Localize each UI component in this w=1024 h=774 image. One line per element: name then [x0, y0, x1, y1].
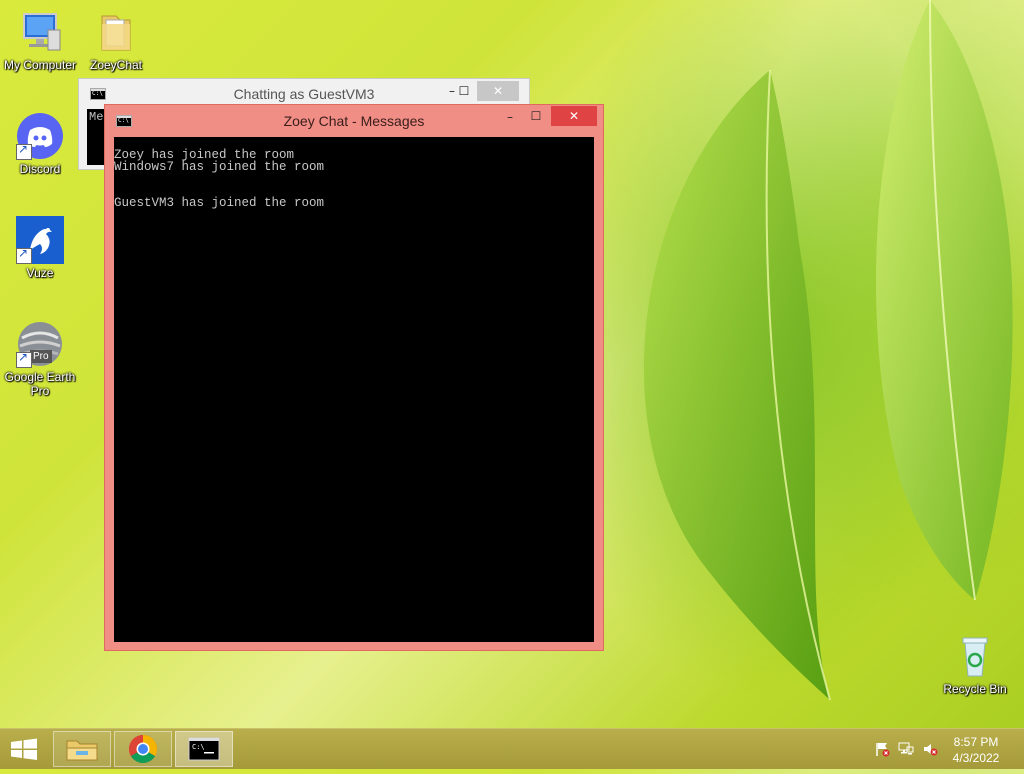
desktop-icon-label: Recycle Bin	[943, 682, 1007, 696]
desktop-icon-vuze[interactable]: Vuze	[0, 216, 80, 280]
desktop-icon-my-computer[interactable]: My Computer	[0, 8, 80, 72]
desktop-icon-label: Discord	[19, 162, 61, 176]
maximize-button[interactable]: ☐	[523, 106, 549, 126]
network-icon[interactable]	[898, 741, 914, 757]
taskbar: C:\ 8:57 PM 4/3/2022	[0, 728, 1024, 769]
console-text: Me	[89, 110, 104, 124]
google-earth-icon: Pro	[16, 320, 64, 368]
clock-time: 8:57 PM	[953, 735, 999, 749]
desktop-icon-label: ZoeyChat	[89, 58, 143, 72]
taskbar-file-explorer[interactable]	[53, 731, 111, 767]
taskbar-chrome[interactable]	[114, 731, 172, 767]
folder-icon	[92, 8, 140, 56]
desktop-icon-recycle-bin[interactable]: Recycle Bin	[935, 632, 1015, 696]
taskbar-clock[interactable]: 8:57 PM 4/3/2022	[946, 734, 1006, 766]
action-center-flag-icon[interactable]	[874, 741, 890, 757]
console-line: GuestVM3 has joined the room	[114, 196, 325, 210]
volume-muted-icon[interactable]	[922, 741, 938, 757]
recycle-bin-icon	[951, 632, 999, 680]
messages-console[interactable]: Zoey has joined the room Windows7 has jo…	[114, 137, 594, 642]
vuze-icon	[16, 216, 64, 264]
window-titlebar[interactable]: C:\ Chatting as GuestVM3 – ☐ ✕	[79, 79, 529, 105]
command-prompt-icon: C:\	[188, 737, 220, 761]
close-button[interactable]: ✕	[551, 106, 597, 126]
shortcut-arrow-icon	[16, 246, 32, 264]
taskbar-command-prompt[interactable]: C:\	[175, 731, 233, 767]
desktop-icon-label: Vuze	[26, 266, 54, 280]
desktop-icon-label: My Computer	[3, 58, 77, 72]
file-explorer-icon	[66, 740, 98, 761]
desktop-icon-zoeychat[interactable]: ZoeyChat	[76, 8, 156, 72]
svg-text:C:\: C:\	[192, 743, 205, 751]
desktop-icon-label: Google Earth Pro	[4, 370, 76, 398]
maximize-button[interactable]: ☐	[451, 81, 477, 101]
desktop-icon-discord[interactable]: Discord	[0, 112, 80, 176]
window-titlebar[interactable]: C:\ Zoey Chat - Messages – ☐ ✕	[105, 105, 603, 135]
console-line: Windows7 has joined the room	[114, 160, 325, 174]
shortcut-arrow-icon	[16, 142, 32, 160]
messages-window[interactable]: C:\ Zoey Chat - Messages – ☐ ✕ Zoey has …	[104, 104, 604, 651]
windows-logo-icon	[11, 738, 37, 760]
chrome-icon	[129, 735, 157, 763]
computer-icon	[16, 8, 64, 56]
close-button[interactable]: ✕	[477, 81, 519, 101]
pro-badge: Pro	[30, 350, 52, 363]
start-button[interactable]	[0, 729, 48, 769]
discord-icon	[16, 112, 64, 160]
desktop-icon-google-earth-pro[interactable]: Pro Google Earth Pro	[0, 320, 80, 398]
clock-date: 4/3/2022	[952, 751, 1000, 765]
shortcut-arrow-icon	[16, 350, 32, 368]
minimize-button[interactable]: –	[497, 107, 523, 127]
